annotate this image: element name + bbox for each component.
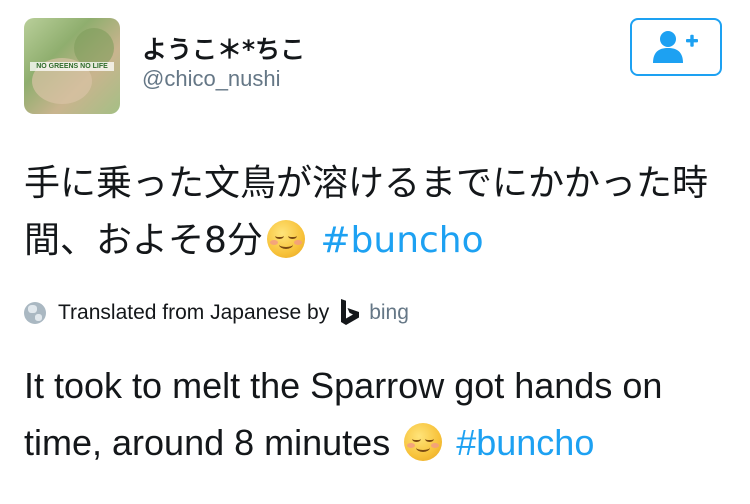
avatar[interactable]: NO GREENS NO LIFE bbox=[24, 18, 120, 114]
translation-attribution: Translated from Japanese by bing bbox=[24, 297, 409, 329]
bing-provider-label: bing bbox=[369, 301, 409, 324]
user-handle[interactable]: @chico_nushi bbox=[142, 66, 281, 92]
globe-icon bbox=[24, 302, 46, 324]
relieved-face-emoji-icon bbox=[266, 220, 305, 258]
follow-button[interactable] bbox=[630, 18, 722, 76]
tweet-text: 手に乗った文鳥が溶けるまでにかかった時間、およそ8分 #buncho bbox=[24, 155, 724, 269]
relieved-face-emoji-icon bbox=[404, 423, 443, 461]
add-user-icon bbox=[653, 31, 698, 63]
avatar-logo-text: NO GREENS NO LIFE bbox=[30, 62, 114, 71]
translated-tweet-text: It took to melt the Sparrow got hands on… bbox=[24, 357, 724, 471]
display-name[interactable]: ようこ＊*ちこ bbox=[142, 30, 305, 66]
hashtag-link[interactable]: #buncho bbox=[456, 422, 594, 463]
bing-logo-icon bbox=[341, 299, 360, 325]
hashtag-link[interactable]: #buncho bbox=[320, 220, 483, 261]
translated-label: Translated from Japanese by bbox=[58, 301, 330, 324]
